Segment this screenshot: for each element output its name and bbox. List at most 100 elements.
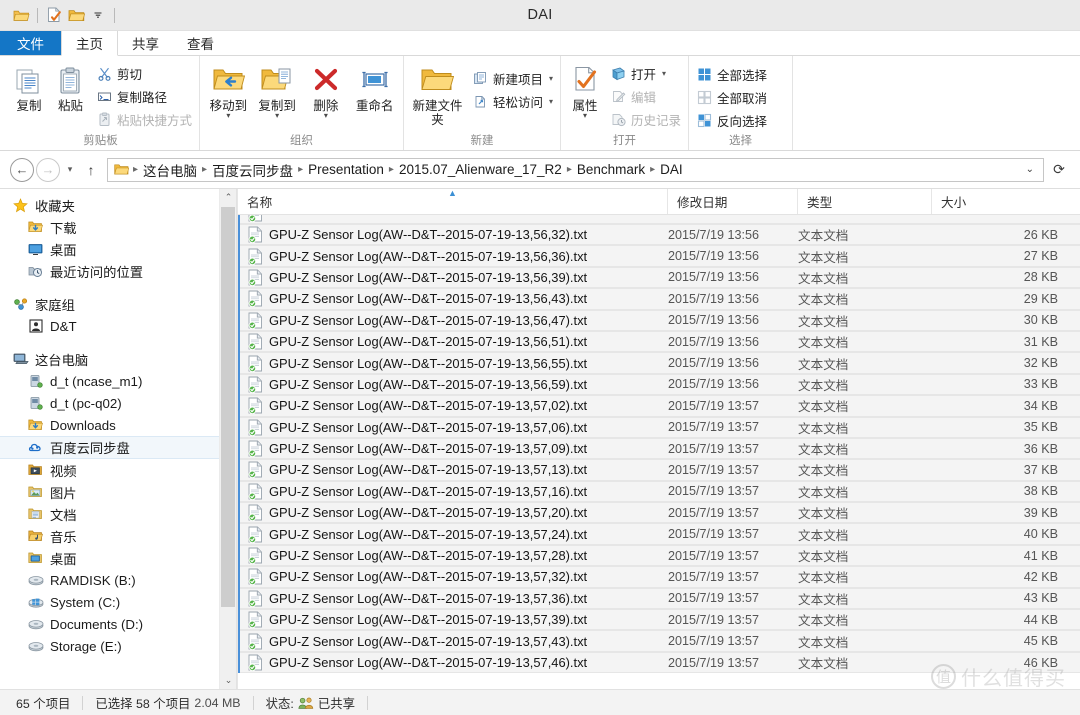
table-row[interactable]: GPU-Z Sensor Log(AW--D&T--2015-07-19-13,… xyxy=(238,544,1080,567)
table-row[interactable]: GPU-Z Sensor Log(AW--D&T--2015-07-19-13,… xyxy=(238,480,1080,503)
breadcrumb-separator[interactable]: ▸ xyxy=(131,164,140,175)
table-row[interactable]: GPU-Z Sensor Log(AW--D&T--2015-07-19-13,… xyxy=(238,587,1080,610)
rename-button[interactable]: 重命名 xyxy=(350,59,399,113)
sidebar-item-dt-pc-q02[interactable]: d_t (pc-q02) xyxy=(0,392,236,414)
table-row[interactable]: GPU-Z Sensor Log(AW--D&T--2015-07-19-13,… xyxy=(238,224,1080,246)
move-to-button[interactable]: 移动到 ▾ xyxy=(204,59,253,120)
new-item-button[interactable]: 新建项目 ▾ xyxy=(469,67,556,89)
sidebar-item-system-c[interactable]: System (C:) xyxy=(0,591,236,613)
breadcrumb-item-0[interactable]: 这台电脑 xyxy=(140,160,200,180)
table-row[interactable]: GPU-Z Sensor Log(AW--D&T--2015-07-19-13,… xyxy=(238,330,1080,353)
table-row[interactable]: GPU-Z Sensor Log(AW--D&T--2015-07-19-13,… xyxy=(238,395,1080,417)
navigation-scroll-thumb[interactable] xyxy=(221,207,235,607)
paste-shortcut-button[interactable]: 粘贴快捷方式 xyxy=(93,108,195,130)
sidebar-item-downloads[interactable]: 下载 xyxy=(0,216,236,238)
address-history-dropdown[interactable]: ⌄ xyxy=(1019,164,1041,175)
sidebar-item-desktop-folder[interactable]: 桌面 xyxy=(0,547,236,569)
refresh-button[interactable]: ⟳ xyxy=(1046,158,1072,182)
properties-button[interactable]: 属性 ▾ xyxy=(565,59,605,120)
table-row[interactable]: GPU-Z Sensor Log(AW--D&T--2015-07-19-13,… xyxy=(238,437,1080,460)
copy-button[interactable]: 复制 xyxy=(6,59,48,113)
recent-locations-dropdown[interactable]: ▾ xyxy=(62,158,78,182)
table-row[interactable]: GPU-Z Sensor Log(AW--D&T--2015-07-19-13,… xyxy=(238,309,1080,332)
tab-share[interactable]: 共享 xyxy=(118,31,173,55)
sidebar-item-documents[interactable]: 文档 xyxy=(0,503,236,525)
table-row[interactable]: GPU-Z Sensor Log(AW--D&T--2015-07-19-13,… xyxy=(238,502,1080,524)
invert-selection-button[interactable]: 反向选择 xyxy=(693,109,770,131)
breadcrumb-separator[interactable]: ▸ xyxy=(648,164,657,175)
qat-properties-button[interactable] xyxy=(10,4,32,26)
qat-folder-button[interactable] xyxy=(65,4,87,26)
open-dropdown-caret[interactable]: ▾ xyxy=(662,69,666,78)
sidebar-item-baidu-cloud[interactable]: 百度云同步盘 xyxy=(0,436,236,459)
delete-button[interactable]: 删除 ▾ xyxy=(302,59,351,120)
move-to-dropdown-caret[interactable]: ▾ xyxy=(226,112,230,120)
delete-dropdown-caret[interactable]: ▾ xyxy=(324,112,328,120)
back-button[interactable]: ← xyxy=(10,157,34,182)
breadcrumb-item-4[interactable]: Benchmark xyxy=(574,162,648,177)
copy-to-button[interactable]: 复制到 ▾ xyxy=(253,59,302,120)
table-row[interactable]: GPU-Z Sensor Log(AW--D&T--2015-07-19-13,… xyxy=(238,459,1080,482)
edit-button[interactable]: 编辑 xyxy=(607,85,684,107)
breadcrumb-item-2[interactable]: Presentation xyxy=(305,162,387,177)
table-row[interactable]: GPU-Z Sensor Log(AW--D&T--2015-07-19-13,… xyxy=(238,630,1080,653)
sidebar-item-documents-d[interactable]: Documents (D:) xyxy=(0,613,236,635)
sidebar-item-music[interactable]: 音乐 xyxy=(0,525,236,547)
sidebar-header-this-pc[interactable]: 这台电脑 xyxy=(0,348,236,370)
new-item-dropdown-caret[interactable]: ▾ xyxy=(549,74,553,83)
column-header-type[interactable]: 类型 xyxy=(798,189,932,214)
easy-access-button[interactable]: 轻松访问 ▾ xyxy=(469,90,556,112)
breadcrumb-separator[interactable]: ▸ xyxy=(200,164,209,175)
breadcrumb-bar[interactable]: ▸ 这台电脑 ▸ 百度云同步盘 ▸ Presentation ▸ 2015.07… xyxy=(107,157,1044,182)
sidebar-item-storage-e[interactable]: Storage (E:) xyxy=(0,635,236,657)
history-button[interactable]: 历史记录 xyxy=(607,108,684,130)
table-row[interactable]: GPU-Z Sensor Log(AW--D&T--2015-07-19-13,… xyxy=(238,373,1080,396)
table-row[interactable]: GPU-Z Sensor Log(AW--D&T--2015-07-19-13,… xyxy=(238,609,1080,631)
breadcrumb-item-3[interactable]: 2015.07_Alienware_17_R2 xyxy=(396,162,565,177)
table-row[interactable]: GPU-Z Sensor Log(AW--D&T--2015-07-19-13,… xyxy=(238,352,1080,375)
table-row[interactable]: GPU-Z Sensor Log(AW--D&T--2015-07-19-13,… xyxy=(238,523,1080,546)
tab-view[interactable]: 查看 xyxy=(173,31,228,55)
table-row[interactable]: GPU-Z Sensor Log(AW--D&T--2015-07-19-13,… xyxy=(238,566,1080,589)
sidebar-item-videos[interactable]: 视频 xyxy=(0,459,236,481)
cut-button[interactable]: 剪切 xyxy=(93,62,195,84)
open-button[interactable]: 打开 ▾ xyxy=(607,62,684,84)
navigation-pane-scrollbar[interactable]: ⌃ ⌄ xyxy=(219,189,236,689)
easy-access-dropdown-caret[interactable]: ▾ xyxy=(549,97,553,106)
table-row[interactable]: GPU-Z Sensor Log(AW--D&T--2015-07-19-13,… xyxy=(238,288,1080,310)
table-row[interactable]: GPU-Z Sensor Log(AW--D&T--2015-07-19-13,… xyxy=(238,416,1080,439)
column-header-date[interactable]: 修改日期 xyxy=(668,189,798,214)
copy-path-button[interactable]: 复制路径 xyxy=(93,85,195,107)
breadcrumb-item-5[interactable]: DAI xyxy=(657,162,686,177)
scroll-down-arrow-icon[interactable]: ⌄ xyxy=(220,672,236,689)
breadcrumb-item-1[interactable]: 百度云同步盘 xyxy=(209,160,296,180)
table-row[interactable]: GPU-Z Sensor Log(AW--D&T--2015-07-19-13,… xyxy=(238,245,1080,268)
sidebar-item-recent-places[interactable]: 最近访问的位置 xyxy=(0,260,236,282)
paste-button[interactable]: 粘贴 xyxy=(50,59,91,113)
up-button[interactable]: ↑ xyxy=(80,158,102,182)
breadcrumb-separator[interactable]: ▸ xyxy=(387,164,396,175)
sidebar-header-homegroup[interactable]: 家庭组 xyxy=(0,293,236,315)
qat-customize-dropdown[interactable] xyxy=(87,4,109,26)
table-row[interactable]: GPU-Z Sensor Log(AW--D&T--2015-07-19-13,… xyxy=(238,266,1080,289)
breadcrumb-separator[interactable]: ▸ xyxy=(296,164,305,175)
sidebar-item-dt-ncase-m1[interactable]: d_t (ncase_m1) xyxy=(0,370,236,392)
table-row[interactable] xyxy=(238,215,1080,224)
select-none-button[interactable]: 全部取消 xyxy=(693,86,770,108)
sidebar-item-ramdisk-b[interactable]: RAMDISK (B:) xyxy=(0,569,236,591)
sidebar-item-pictures[interactable]: 图片 xyxy=(0,481,236,503)
new-folder-button[interactable]: 新建文件夹 xyxy=(408,59,467,127)
table-row[interactable]: GPU-Z Sensor Log(AW--D&T--2015-07-19-13,… xyxy=(238,651,1080,674)
breadcrumb-separator[interactable]: ▸ xyxy=(565,164,574,175)
sidebar-item-downloads-folder[interactable]: Downloads xyxy=(0,414,236,436)
column-header-name[interactable]: ▲ 名称 xyxy=(238,189,668,214)
column-header-size[interactable]: 大小 xyxy=(932,189,1080,214)
qat-new-folder-button[interactable] xyxy=(43,4,65,26)
forward-button[interactable]: → xyxy=(36,157,60,182)
sidebar-item-dt-user[interactable]: D&T xyxy=(0,315,236,337)
tab-file[interactable]: 文件 xyxy=(0,31,61,55)
copy-to-dropdown-caret[interactable]: ▾ xyxy=(275,112,279,120)
sidebar-item-desktop[interactable]: 桌面 xyxy=(0,238,236,260)
properties-dropdown-caret[interactable]: ▾ xyxy=(583,112,587,120)
scroll-up-arrow-icon[interactable]: ⌃ xyxy=(220,189,236,206)
